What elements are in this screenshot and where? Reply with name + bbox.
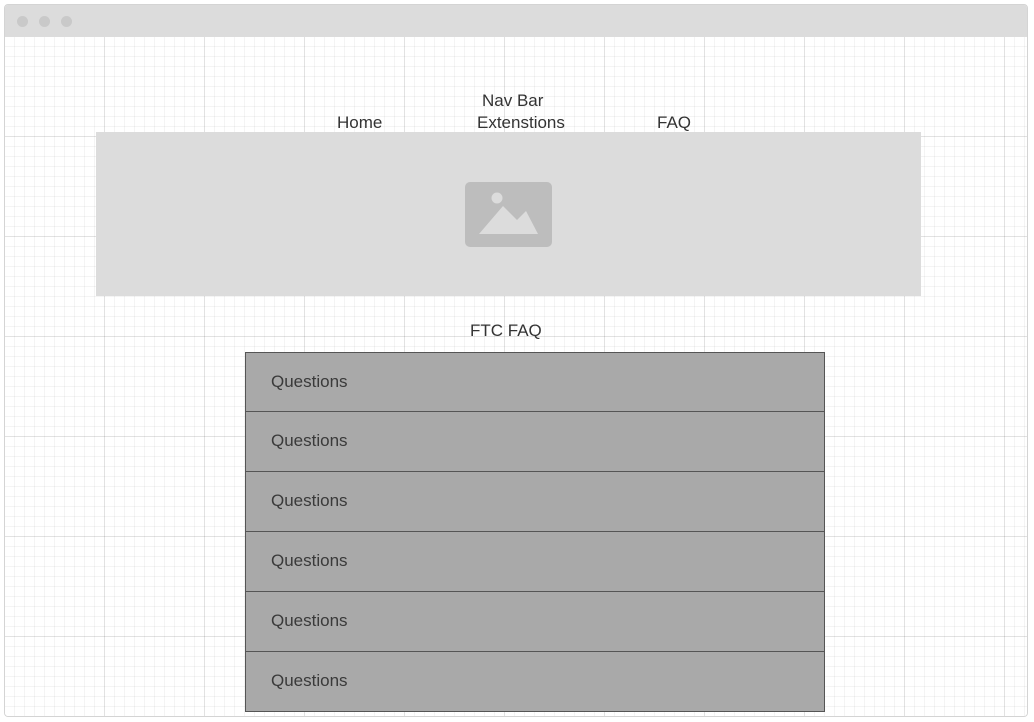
faq-question-item[interactable]: Questions	[245, 652, 825, 712]
faq-list: Questions Questions Questions Questions …	[245, 352, 825, 712]
wireframe-canvas: Nav Bar Home Extenstions FAQ FTC FAQ Que…	[5, 37, 1027, 716]
nav-link-extensions[interactable]: Extenstions	[477, 113, 565, 133]
faq-question-item[interactable]: Questions	[245, 592, 825, 652]
faq-question-item[interactable]: Questions	[245, 352, 825, 412]
window-maximize-dot[interactable]	[61, 16, 72, 27]
browser-window: Nav Bar Home Extenstions FAQ FTC FAQ Que…	[4, 4, 1028, 717]
window-close-dot[interactable]	[17, 16, 28, 27]
faq-question-label: Questions	[271, 491, 348, 510]
nav-link-home[interactable]: Home	[337, 113, 382, 133]
nav-link-faq[interactable]: FAQ	[657, 113, 691, 133]
faq-question-label: Questions	[271, 372, 348, 391]
faq-question-label: Questions	[271, 671, 348, 690]
faq-question-label: Questions	[271, 551, 348, 570]
faq-question-label: Questions	[271, 611, 348, 630]
window-minimize-dot[interactable]	[39, 16, 50, 27]
faq-question-label: Questions	[271, 431, 348, 450]
hero-image-placeholder	[96, 132, 921, 296]
image-placeholder-icon	[465, 182, 552, 247]
faq-question-item[interactable]: Questions	[245, 532, 825, 592]
faq-question-item[interactable]: Questions	[245, 412, 825, 472]
window-titlebar	[5, 5, 1027, 37]
nav-bar-title: Nav Bar	[482, 91, 544, 110]
faq-title: FTC FAQ	[470, 321, 542, 340]
faq-question-item[interactable]: Questions	[245, 472, 825, 532]
